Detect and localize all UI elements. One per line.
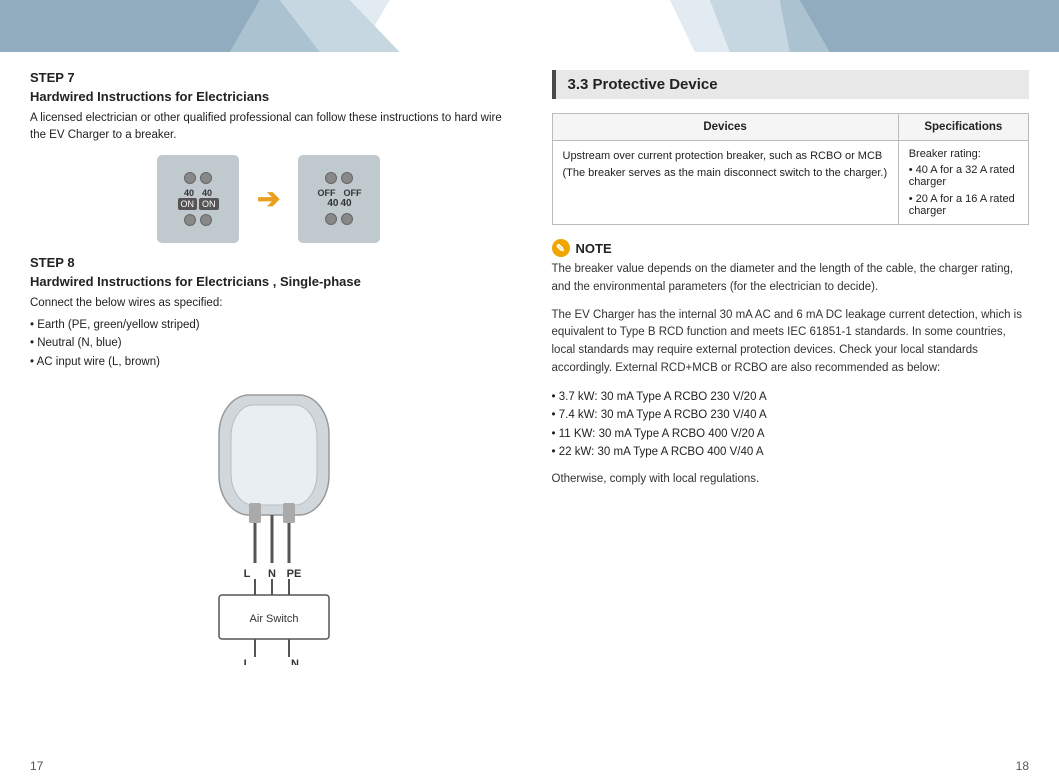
screw5 [325, 172, 337, 184]
right-column: 3.3 Protective Device Devices Specificat… [530, 52, 1059, 752]
label-off-1: OFF [317, 188, 335, 198]
step7-title: Hardwired Instructions for Electricians [30, 89, 508, 104]
step8-body: Connect the below wires as specified: [30, 295, 508, 312]
left-column: STEP 7 Hardwired Instructions for Electr… [0, 52, 530, 752]
label-40-2: 40 [202, 188, 212, 198]
section-title: 3.3 Protective Device [568, 76, 718, 93]
wiring-diagram-area: L N PE Air Switch L N [30, 385, 508, 665]
breaker-off-labels: OFF OFF [317, 188, 361, 198]
main-content: STEP 7 Hardwired Instructions for Electr… [0, 52, 1059, 752]
screw3 [184, 214, 196, 226]
spec-item-1: 40 A for a 32 A rated charger [909, 164, 1018, 188]
table-col-devices: Devices [552, 114, 898, 141]
screw8 [341, 213, 353, 225]
rcbo-list: 3.7 kW: 30 mA Type A RCBO 230 V/20 A 7.4… [552, 388, 1030, 462]
breaker-diagram-area: 40 40 ON ON ➔ [30, 155, 508, 247]
note-body-1: The breaker value depends on the diamete… [552, 261, 1030, 297]
note-box: ✎ NOTE The breaker value depends on the … [552, 239, 1030, 489]
header-right [530, 0, 1059, 52]
section-header: 3.3 Protective Device [552, 70, 1030, 99]
note-title: ✎ NOTE [552, 239, 1030, 257]
rcbo-item-3: 11 KW: 30 mA Type A RCBO 400 V/20 A [552, 425, 1030, 443]
table-col-specs: Specifications [898, 114, 1028, 141]
svg-text:N: N [268, 568, 276, 580]
footer-bar: 17 18 [0, 752, 1059, 780]
wire-item-2: Neutral (N, blue) [30, 334, 508, 352]
breaker-on-switches: ON ON [178, 198, 219, 210]
breaker-on-labels: 40 40 [184, 188, 212, 198]
page-number-right: 18 [530, 759, 1059, 773]
breaker-off-nums: 40 40 [327, 198, 351, 209]
breaker-rating-label: Breaker rating: [909, 148, 1018, 160]
svg-text:PE: PE [286, 568, 301, 580]
wiring-svg: L N PE Air Switch L N [159, 385, 379, 665]
wire-item-1: Earth (PE, green/yellow striped) [30, 316, 508, 334]
breaker-off-bottom [325, 213, 353, 225]
step7-label: STEP 7 [30, 70, 508, 85]
step7-body: A licensed electrician or other qualifie… [30, 110, 508, 145]
screw1 [184, 172, 196, 184]
spec-table: Devices Specifications Upstream over cur… [552, 113, 1030, 225]
label-40-1: 40 [184, 188, 194, 198]
screw2 [200, 172, 212, 184]
breaker-on-top [184, 172, 212, 184]
header-bar [0, 0, 1059, 52]
page-number-left: 17 [0, 759, 530, 773]
note-icon: ✎ [552, 239, 570, 257]
svg-text:L: L [243, 568, 250, 580]
screw4 [200, 214, 212, 226]
breaker-diagram: 40 40 ON ON ➔ [157, 155, 380, 243]
screw6 [341, 172, 353, 184]
breaker-off: OFF OFF 40 40 [298, 155, 380, 243]
switch-on-1: ON [178, 198, 198, 210]
num-40-3: 40 [327, 198, 338, 209]
switch-on-2: ON [199, 198, 219, 210]
wire-list: Earth (PE, green/yellow striped) Neutral… [30, 316, 508, 371]
label-off-2: OFF [343, 188, 361, 198]
wire-item-3: AC input wire (L, brown) [30, 353, 508, 371]
table-device-cell: Upstream over current protection breaker… [552, 141, 898, 225]
rcbo-item-2: 7.4 kW: 30 mA Type A RCBO 230 V/40 A [552, 406, 1030, 424]
rcbo-item-4: 22 kW: 30 mA Type A RCBO 400 V/40 A [552, 443, 1030, 461]
num-40-4: 40 [340, 198, 351, 209]
table-spec-cell: Breaker rating: 40 A for a 32 A rated ch… [898, 141, 1028, 225]
step8-title: Hardwired Instructions for Electricians … [30, 274, 508, 289]
step8-label: STEP 8 [30, 255, 508, 270]
spec-item-2: 20 A for a 16 A rated charger [909, 193, 1018, 217]
header-left [0, 0, 530, 52]
svg-text:Air Switch: Air Switch [249, 613, 298, 625]
note-label: NOTE [576, 241, 612, 256]
arrow-icon: ➔ [257, 182, 280, 215]
breaker-on-bottom [184, 214, 212, 226]
note-footer: Otherwise, comply with local regulations… [552, 471, 1030, 489]
breaker-on: 40 40 ON ON [157, 155, 239, 243]
note-body-2: The EV Charger has the internal 30 mA AC… [552, 307, 1030, 378]
svg-text:N: N [291, 658, 299, 665]
svg-text:L: L [243, 658, 250, 665]
rcbo-item-1: 3.7 kW: 30 mA Type A RCBO 230 V/20 A [552, 388, 1030, 406]
screw7 [325, 213, 337, 225]
breaker-off-top [325, 172, 353, 184]
table-row-1: Upstream over current protection breaker… [552, 141, 1029, 225]
